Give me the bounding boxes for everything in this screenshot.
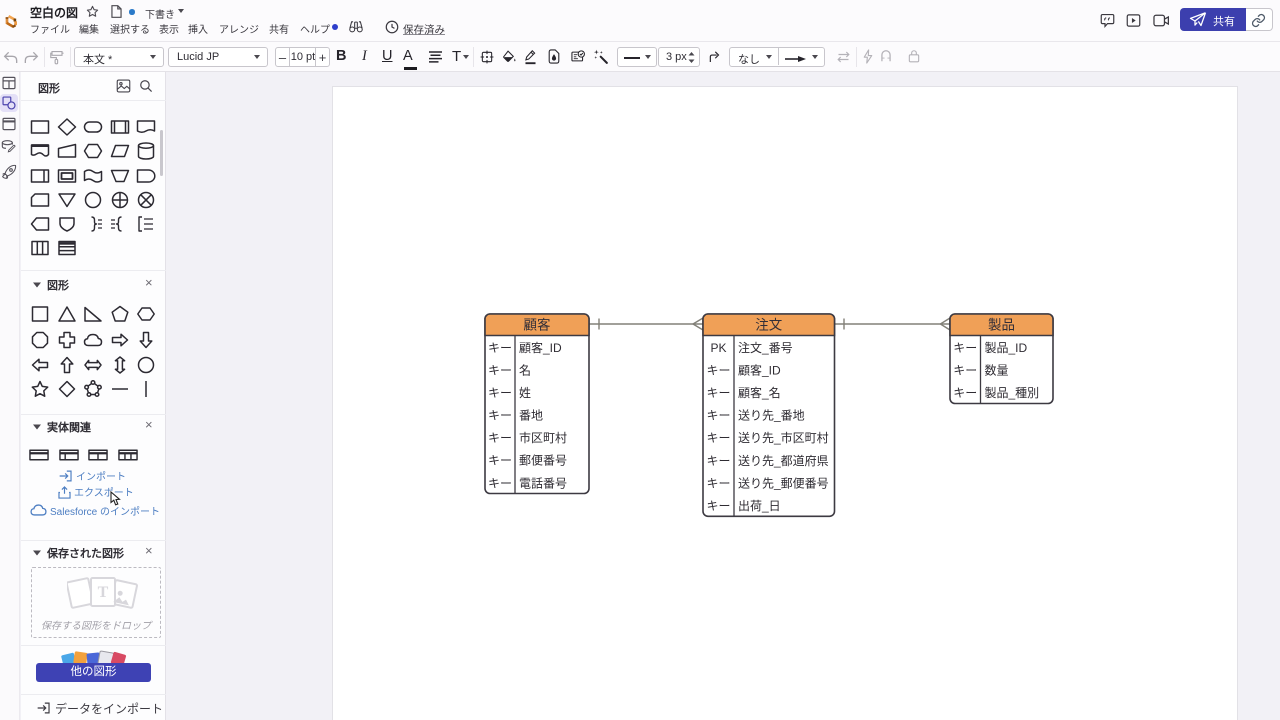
- svg-text:キー: キー: [953, 363, 977, 377]
- svg-text:キー: キー: [706, 408, 730, 422]
- svg-text:キー: キー: [953, 386, 977, 400]
- svg-text:名: 名: [519, 362, 531, 377]
- svg-text:注文: 注文: [755, 317, 783, 332]
- svg-text:送り先_都道府県: 送り先_都道府県: [738, 452, 829, 467]
- svg-text:キー: キー: [706, 386, 730, 400]
- svg-text:顧客_ID: 顧客_ID: [738, 363, 781, 377]
- svg-text:キー: キー: [706, 363, 730, 377]
- svg-text:注文_番号: 注文_番号: [738, 340, 793, 354]
- svg-text:キー: キー: [706, 431, 730, 445]
- svg-text:顧客_ID: 顧客_ID: [519, 340, 562, 354]
- svg-text:顧客: 顧客: [524, 316, 551, 332]
- svg-text:顧客_名: 顧客_名: [738, 385, 781, 400]
- svg-text:キー: キー: [953, 340, 977, 354]
- svg-text:製品_種別: 製品_種別: [985, 386, 1040, 400]
- svg-text:製品: 製品: [988, 317, 1015, 332]
- svg-text:キー: キー: [488, 340, 512, 354]
- svg-text:キー: キー: [488, 431, 512, 445]
- svg-text:キー: キー: [488, 476, 512, 490]
- svg-text:製品_ID: 製品_ID: [985, 340, 1028, 354]
- svg-text:数量: 数量: [985, 362, 1009, 377]
- svg-text:PK: PK: [710, 340, 726, 354]
- svg-text:送り先_市区町村: 送り先_市区町村: [738, 430, 829, 445]
- svg-text:送り先_番地: 送り先_番地: [738, 407, 805, 422]
- svg-text:キー: キー: [488, 408, 512, 422]
- svg-text:T: T: [98, 584, 109, 601]
- svg-text:送り先_郵便番号: 送り先_郵便番号: [738, 475, 829, 490]
- svg-text:電話番号: 電話番号: [519, 476, 567, 490]
- svg-text:出荷_日: 出荷_日: [738, 499, 781, 513]
- svg-text:郵便番号: 郵便番号: [519, 453, 567, 467]
- svg-text:番地: 番地: [519, 408, 543, 422]
- svg-text:キー: キー: [488, 453, 512, 467]
- svg-text:キー: キー: [706, 476, 730, 490]
- svg-text:キー: キー: [706, 499, 730, 513]
- svg-text:キー: キー: [488, 363, 512, 377]
- svg-text:姓: 姓: [519, 386, 531, 400]
- svg-text:キー: キー: [706, 453, 730, 467]
- svg-text:キー: キー: [488, 386, 512, 400]
- svg-text:市区町村: 市区町村: [519, 431, 567, 445]
